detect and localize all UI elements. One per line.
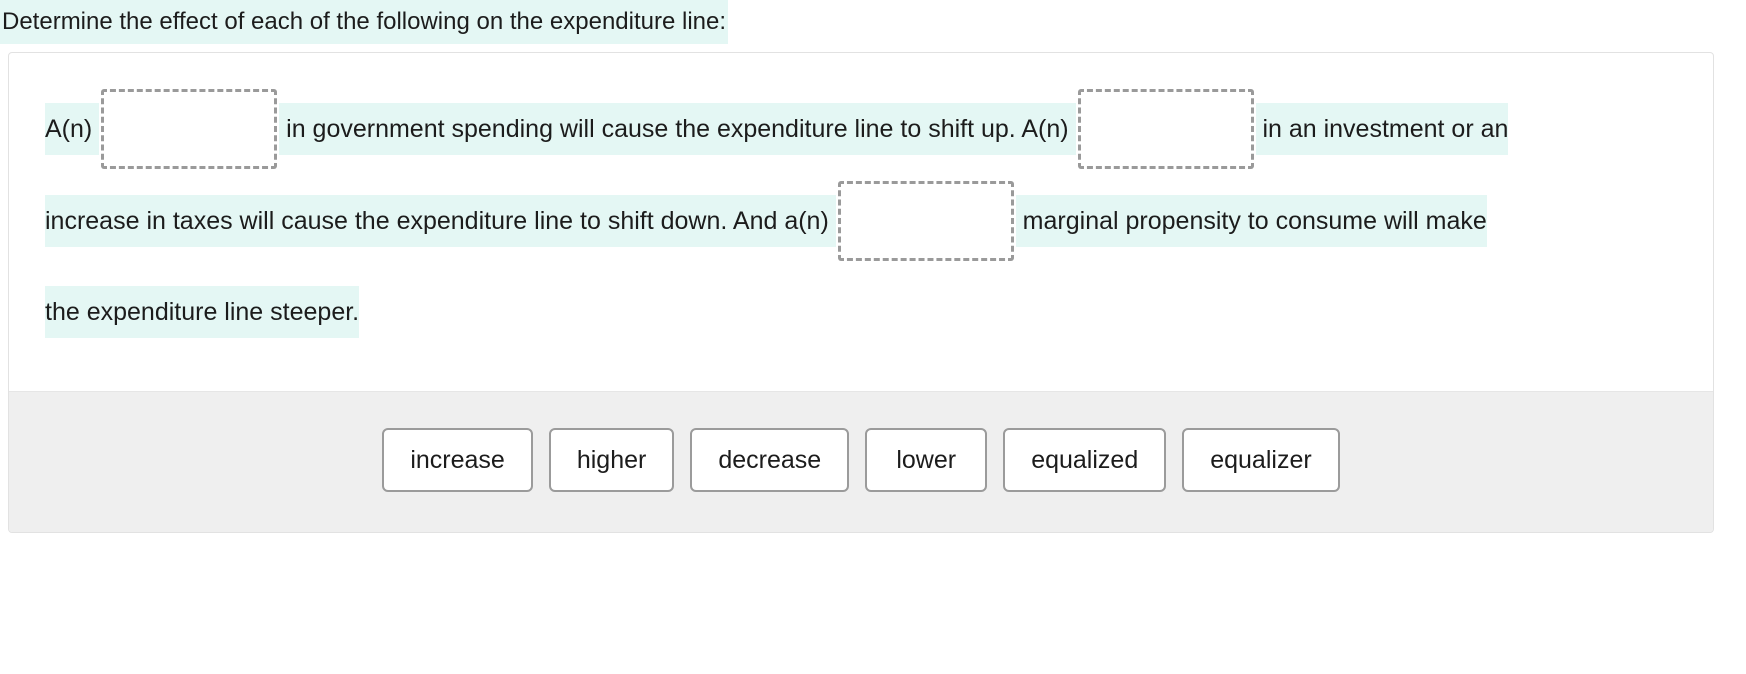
blank-2-dropzone[interactable] <box>1077 89 1254 170</box>
option-tile-equalized[interactable]: equalized <box>1003 428 1167 493</box>
statement-text-1: A(n) <box>45 103 100 156</box>
statement-text-2: in government spending will cause the ex… <box>279 103 1076 156</box>
statement-text-4: increase in taxes will cause the expendi… <box>45 194 836 247</box>
option-tile-increase[interactable]: increase <box>382 428 533 493</box>
option-tile-lower[interactable]: lower <box>865 428 988 493</box>
blank-3-dropzone[interactable] <box>837 180 1014 261</box>
fill-in-the-blank-statement: A(n) in government spending will cause t… <box>9 53 1713 391</box>
prompt-text: Determine the effect of each of the foll… <box>0 0 729 44</box>
option-tile-equalizer[interactable]: equalizer <box>1182 428 1340 493</box>
option-tile-decrease[interactable]: decrease <box>690 428 850 493</box>
statement-text-3: in an investment or an <box>1255 103 1509 156</box>
option-tile-higher[interactable]: higher <box>548 428 675 493</box>
question-card: A(n) in government spending will cause t… <box>8 52 1714 534</box>
blank-1-dropzone[interactable] <box>101 89 278 170</box>
answer-options-tray: increase higher decrease lower equalized… <box>9 391 1713 533</box>
statement-text-6: the expenditure line steeper. <box>45 286 360 339</box>
statement-text-5: marginal propensity to consume will make <box>1015 194 1487 247</box>
prompt-container: Determine the effect of each of the foll… <box>0 0 1746 44</box>
